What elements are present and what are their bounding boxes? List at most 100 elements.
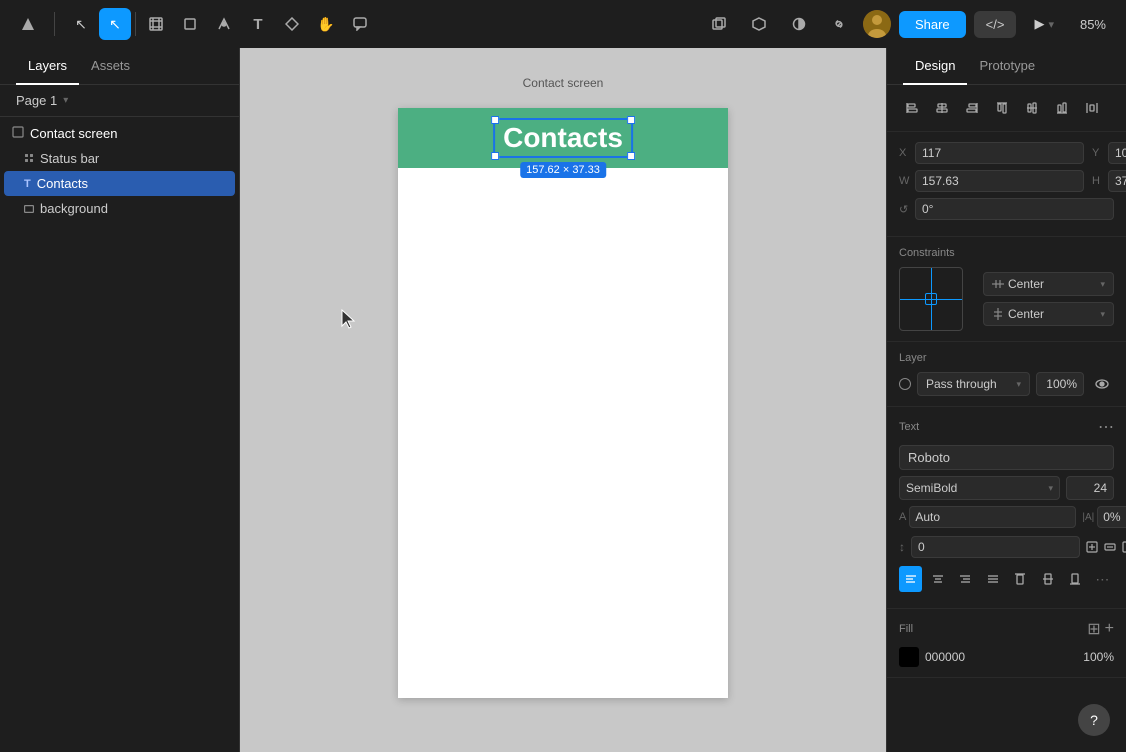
canvas-area[interactable]: Contact screen Contacts 157.62 × 37.33	[240, 48, 886, 752]
resize-handle-tr[interactable]	[627, 116, 635, 124]
rotation-label: ↺	[899, 203, 911, 216]
x-input[interactable]	[915, 142, 1084, 164]
y-input[interactable]	[1108, 142, 1126, 164]
blend-mode-icon	[899, 378, 911, 390]
canvas-frame[interactable]: Contacts 157.62 × 37.33	[398, 108, 728, 698]
text-section: Text ⋯ Roboto SemiBold ▾ A	[887, 407, 1126, 609]
text-resize-height[interactable]	[1122, 534, 1126, 560]
spacing-icon: ↕	[899, 540, 905, 554]
panel-tabs: Layers Assets	[0, 48, 239, 85]
link-button[interactable]	[823, 8, 855, 40]
w-field: W	[899, 170, 1084, 192]
paragraph-spacing-input[interactable]	[911, 536, 1080, 558]
component-set-button[interactable]	[743, 8, 775, 40]
fill-grid-button[interactable]: ⊞	[1087, 619, 1100, 639]
align-middle-button[interactable]	[1019, 95, 1045, 121]
rotation-input[interactable]	[915, 198, 1114, 220]
play-button[interactable]: ▶ ▾	[1024, 10, 1064, 38]
y-field: Y	[1092, 142, 1126, 164]
text-valign-bottom[interactable]	[1063, 566, 1086, 592]
right-panel-tabs: Design Prototype	[887, 48, 1126, 85]
text-align-center[interactable]	[926, 566, 949, 592]
resize-handle-bl[interactable]	[491, 152, 499, 160]
pen-tool-button[interactable]	[208, 8, 240, 40]
line-height-input[interactable]	[909, 506, 1076, 528]
font-weight-select[interactable]: SemiBold ▾	[899, 476, 1060, 500]
h-label: H	[1092, 175, 1104, 187]
mask-tool-button[interactable]	[703, 8, 735, 40]
constraints-visual	[899, 267, 963, 331]
font-family-row[interactable]: Roboto	[899, 445, 1114, 470]
component-icon	[24, 152, 34, 166]
help-button[interactable]: ?	[1078, 704, 1110, 736]
text-resize-auto[interactable]	[1086, 534, 1098, 560]
horizontal-constraint-select[interactable]: Center ▾	[983, 272, 1114, 296]
letter-spacing-icon: |A|	[1082, 512, 1094, 523]
layer-item-status-bar[interactable]: Status bar	[4, 146, 235, 171]
text-more-options[interactable]: ⋯	[1091, 566, 1114, 592]
select-tool-button[interactable]: ↖	[65, 8, 97, 40]
component-tool-button[interactable]	[276, 8, 308, 40]
align-left-button[interactable]	[899, 95, 925, 121]
h-input[interactable]	[1108, 170, 1126, 192]
tab-prototype[interactable]: Prototype	[967, 48, 1047, 85]
opacity-input[interactable]	[1036, 372, 1084, 396]
vertical-constraint-select[interactable]: Center ▾	[983, 302, 1114, 326]
code-button[interactable]: </>	[974, 11, 1017, 38]
toolbar-right: Share </> ▶ ▾ 85%	[703, 8, 1114, 40]
fill-section: Fill ⊞ + 000000 100%	[887, 609, 1126, 678]
shape-tool-button[interactable]	[174, 8, 206, 40]
text-section-header: Text ⋯	[899, 417, 1114, 437]
share-button[interactable]: Share	[899, 11, 966, 38]
layer-section-title: Layer	[899, 352, 1114, 364]
move-tool-button[interactable]: ↖	[99, 8, 131, 40]
blend-mode-select[interactable]: Pass through ▾	[917, 372, 1030, 396]
text-resize-width[interactable]	[1104, 534, 1116, 560]
text-align-justify[interactable]	[981, 566, 1004, 592]
tab-design[interactable]: Design	[903, 48, 967, 85]
text-valign-middle[interactable]	[1036, 566, 1059, 592]
align-center-h-button[interactable]	[929, 95, 955, 121]
comment-tool-button[interactable]	[344, 8, 376, 40]
layer-item-background[interactable]: background	[4, 196, 235, 221]
visibility-toggle[interactable]	[1090, 372, 1114, 396]
page-selector[interactable]: Page 1 ▾	[0, 85, 239, 117]
font-size-input[interactable]	[1066, 476, 1114, 500]
w-input[interactable]	[915, 170, 1084, 192]
layer-item-contacts[interactable]: T Contacts	[4, 171, 235, 196]
align-right-button[interactable]	[959, 95, 985, 121]
text-align-left[interactable]	[899, 566, 922, 592]
constraints-title: Constraints	[899, 247, 1114, 259]
rotation-row: ↺	[899, 198, 1114, 220]
fill-color-swatch[interactable]	[899, 647, 919, 667]
fill-add-button[interactable]: +	[1105, 619, 1114, 639]
align-top-button[interactable]	[989, 95, 1015, 121]
w-label: W	[899, 175, 911, 187]
tab-layers[interactable]: Layers	[16, 48, 79, 85]
distribute-button[interactable]	[1079, 95, 1105, 121]
user-avatar[interactable]	[863, 10, 891, 38]
text-options-button[interactable]: ⋯	[1098, 417, 1114, 437]
text-tool-button[interactable]: T	[242, 8, 274, 40]
selected-text-element[interactable]: Contacts 157.62 × 37.33	[493, 118, 633, 158]
frame-tool-button[interactable]	[140, 8, 172, 40]
v-constraint-label: Center	[1008, 307, 1100, 321]
contacts-text: Contacts	[495, 120, 631, 156]
letter-spacing-input[interactable]	[1097, 506, 1126, 528]
tab-assets[interactable]: Assets	[79, 48, 142, 85]
xy-row: X Y	[899, 142, 1114, 164]
hand-tool-button[interactable]: ✋	[310, 8, 342, 40]
font-sub-row: SemiBold ▾	[899, 476, 1114, 500]
layer-item-contact-screen[interactable]: Contact screen	[4, 121, 235, 146]
text-valign-top[interactable]	[1009, 566, 1032, 592]
resize-handle-br[interactable]	[627, 152, 635, 160]
text-align-right[interactable]	[954, 566, 977, 592]
constraints-section: Constraints Center ▾	[887, 237, 1126, 342]
contrast-button[interactable]	[783, 8, 815, 40]
menu-button[interactable]	[12, 8, 44, 40]
align-bottom-button[interactable]	[1049, 95, 1075, 121]
code-label: </>	[986, 17, 1005, 32]
resize-handle-tl[interactable]	[491, 116, 499, 124]
zoom-level[interactable]: 85%	[1072, 11, 1114, 38]
line-height-icon: A	[899, 511, 906, 523]
